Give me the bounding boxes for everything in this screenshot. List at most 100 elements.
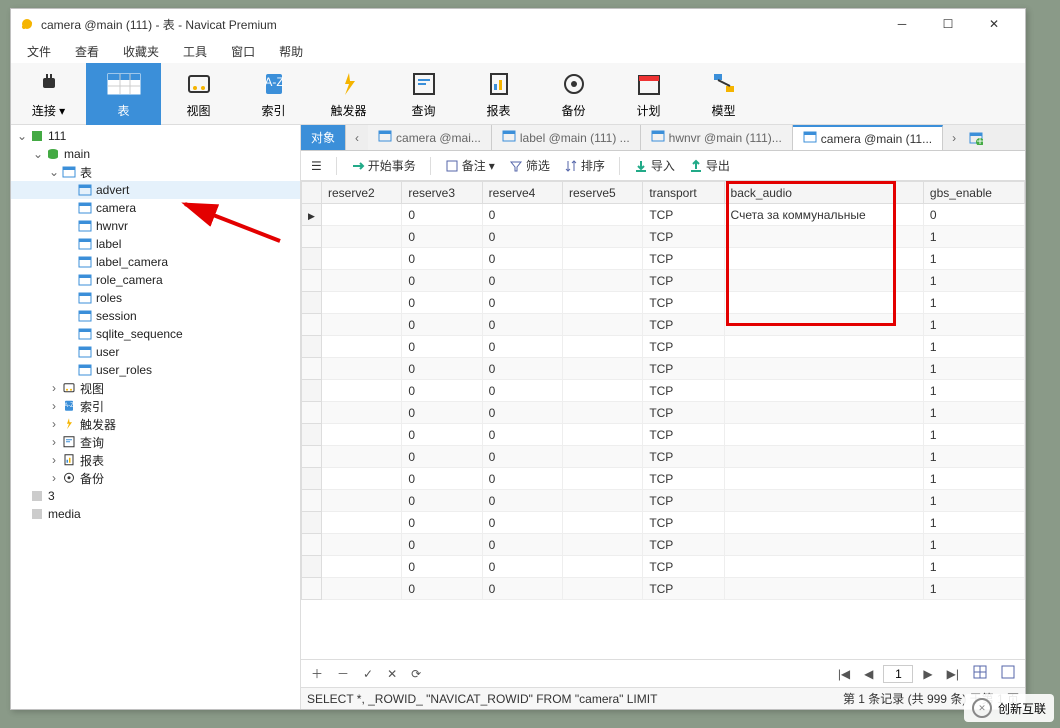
menu-item[interactable]: 帮助	[269, 41, 313, 62]
table-row[interactable]: 00TCP1	[302, 380, 1025, 402]
tab-prev-button[interactable]: ‹	[346, 125, 368, 150]
table-row[interactable]: 00TCP1	[302, 292, 1025, 314]
menu-icon[interactable]: ☰	[307, 157, 326, 175]
toolbar-table[interactable]: 表	[86, 63, 161, 125]
table-row[interactable]: 00TCP1	[302, 314, 1025, 336]
toolbar-backup[interactable]: 备份	[536, 63, 611, 125]
tree-item[interactable]: ⌄表	[11, 163, 300, 181]
tab[interactable]: camera @mai...	[368, 125, 492, 150]
tree-item[interactable]: ›查询	[11, 433, 300, 451]
column-header[interactable]: reserve4	[482, 182, 562, 204]
tree-item[interactable]: advert	[11, 181, 300, 199]
column-header[interactable]: reserve2	[322, 182, 402, 204]
form-view-button[interactable]	[997, 663, 1019, 684]
table-row[interactable]: 00TCP1	[302, 248, 1025, 270]
tree-item[interactable]: hwnvr	[11, 217, 300, 235]
table-row[interactable]: 00TCP1	[302, 226, 1025, 248]
titlebar[interactable]: camera @main (111) - 表 - Navicat Premium…	[11, 9, 1025, 39]
import-button[interactable]: 导入	[630, 155, 679, 176]
sidebar[interactable]: ⌄111⌄main⌄表advertcamerahwnvrlabellabel_c…	[11, 125, 301, 709]
table-row[interactable]: 00TCP1	[302, 556, 1025, 578]
toolbar-view[interactable]: 视图	[161, 63, 236, 125]
menu-item[interactable]: 收藏夹	[113, 41, 169, 62]
cancel-button[interactable]: ✕	[383, 665, 401, 683]
new-tab-button[interactable]: +	[965, 125, 987, 150]
menubar: 文件查看收藏夹工具窗口帮助	[11, 39, 1025, 63]
tab[interactable]: hwnvr @main (111)...	[641, 125, 793, 150]
column-header[interactable]: gbs_enable	[923, 182, 1024, 204]
table-row[interactable]: 00TCP1	[302, 512, 1025, 534]
tree-item[interactable]: session	[11, 307, 300, 325]
toolbar-schedule[interactable]: 计划	[611, 63, 686, 125]
add-record-button[interactable]: ＋	[307, 663, 327, 684]
apply-button[interactable]: ✓	[359, 665, 377, 683]
toolbar-index[interactable]: A-Z索引	[236, 63, 311, 125]
export-button[interactable]: 导出	[685, 155, 734, 176]
next-page-button[interactable]: ▶	[919, 665, 936, 683]
toolbar-plug[interactable]: 连接 ▾	[11, 63, 86, 125]
tree-item[interactable]: ›视图	[11, 379, 300, 397]
table-row[interactable]: 00TCP1	[302, 424, 1025, 446]
sort-button[interactable]: 排序	[560, 155, 609, 176]
toolbar-report[interactable]: 报表	[461, 63, 536, 125]
prev-page-button[interactable]: ◀	[860, 665, 877, 683]
tree-item[interactable]: sqlite_sequence	[11, 325, 300, 343]
table-row[interactable]: 00TCP1	[302, 446, 1025, 468]
page-input[interactable]	[883, 665, 913, 683]
column-header[interactable]: reserve3	[402, 182, 482, 204]
close-button[interactable]: ✕	[971, 9, 1017, 39]
table-icon	[378, 129, 392, 146]
tree-item[interactable]: user	[11, 343, 300, 361]
table-row[interactable]: 00TCP1	[302, 402, 1025, 424]
toolbar-query[interactable]: 查询	[386, 63, 461, 125]
menu-item[interactable]: 文件	[17, 41, 61, 62]
tree-item[interactable]: ›备份	[11, 469, 300, 487]
data-grid[interactable]: reserve2reserve3reserve4reserve5transpor…	[301, 181, 1025, 659]
svg-text:A-Z: A-Z	[264, 75, 283, 89]
table-row[interactable]: 00TCP1	[302, 534, 1025, 556]
tree-item[interactable]: roles	[11, 289, 300, 307]
tree-item[interactable]: user_roles	[11, 361, 300, 379]
last-page-button[interactable]: ▶|	[943, 665, 963, 683]
tree-item[interactable]: label_camera	[11, 253, 300, 271]
tree-item[interactable]: 3	[11, 487, 300, 505]
menu-item[interactable]: 工具	[173, 41, 217, 62]
tab-list-button[interactable]: ›	[943, 125, 965, 150]
grid-view-button[interactable]	[969, 663, 991, 684]
table-row[interactable]: 00TCP1	[302, 468, 1025, 490]
column-header[interactable]: back_audio	[724, 182, 923, 204]
table-row[interactable]: 00TCP1	[302, 578, 1025, 600]
first-page-button[interactable]: |◀	[834, 665, 854, 683]
refresh-button[interactable]: ⟳	[407, 665, 425, 683]
toolbar-trigger[interactable]: 触发器	[311, 63, 386, 125]
menu-item[interactable]: 查看	[65, 41, 109, 62]
menu-item[interactable]: 窗口	[221, 41, 265, 62]
tree-item[interactable]: media	[11, 505, 300, 523]
table-row[interactable]: 00TCP1	[302, 358, 1025, 380]
table-row[interactable]: 00TCP1	[302, 336, 1025, 358]
tab[interactable]: 对象	[301, 125, 346, 150]
tree-item[interactable]: ›A-Z索引	[11, 397, 300, 415]
column-header[interactable]: transport	[643, 182, 724, 204]
minimize-button[interactable]: ─	[879, 9, 925, 39]
tab[interactable]: label @main (111) ...	[492, 125, 641, 150]
tree-item[interactable]: ›触发器	[11, 415, 300, 433]
tab[interactable]: camera @main (11...	[793, 125, 943, 150]
tree-item[interactable]: label	[11, 235, 300, 253]
filter-button[interactable]: 筛选	[505, 155, 554, 176]
table-row[interactable]: 00TCP1	[302, 270, 1025, 292]
column-header[interactable]: reserve5	[562, 182, 642, 204]
tree-item[interactable]: ⌄111	[11, 127, 300, 145]
tree-item[interactable]: ›报表	[11, 451, 300, 469]
delete-record-button[interactable]: －	[333, 663, 353, 684]
maximize-button[interactable]: ☐	[925, 9, 971, 39]
tree-item[interactable]: ⌄main	[11, 145, 300, 163]
tree-item[interactable]: role_camera	[11, 271, 300, 289]
table-row[interactable]: 00TCPСчета за коммунальные0	[302, 204, 1025, 226]
tree-item[interactable]: camera	[11, 199, 300, 217]
begin-transaction-button[interactable]: 开始事务	[347, 155, 420, 176]
toolbar-model[interactable]: 模型	[686, 63, 761, 125]
comment-button[interactable]: 备注 ▾	[441, 155, 499, 176]
table-row[interactable]: 00TCP1	[302, 490, 1025, 512]
app-window: camera @main (111) - 表 - Navicat Premium…	[10, 8, 1026, 710]
